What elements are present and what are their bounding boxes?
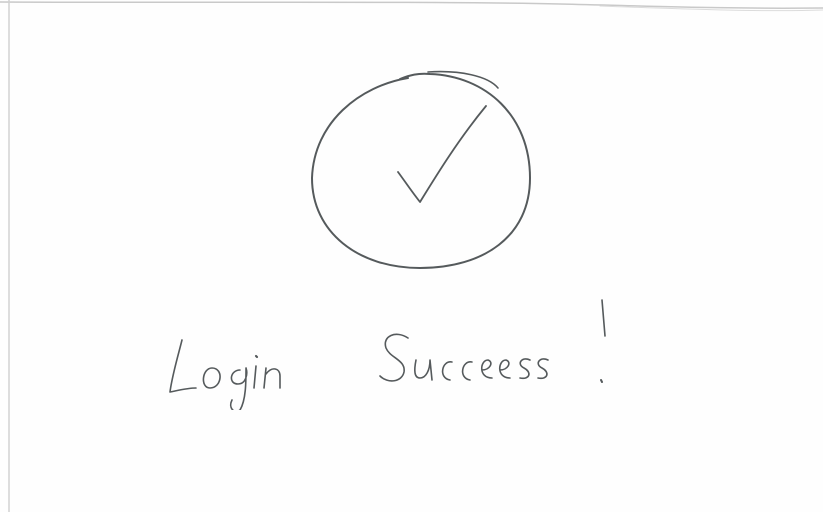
check-mark (397, 105, 487, 203)
paper-edge-top (0, 1, 823, 12)
check-circle-icon (311, 70, 531, 269)
paper-edge-left (8, 0, 10, 512)
login-success-screen: Login Success! (0, 0, 823, 512)
success-message-handwriting (169, 299, 606, 413)
success-message: Login Success! (150, 290, 630, 413)
circle-outline (311, 72, 531, 269)
